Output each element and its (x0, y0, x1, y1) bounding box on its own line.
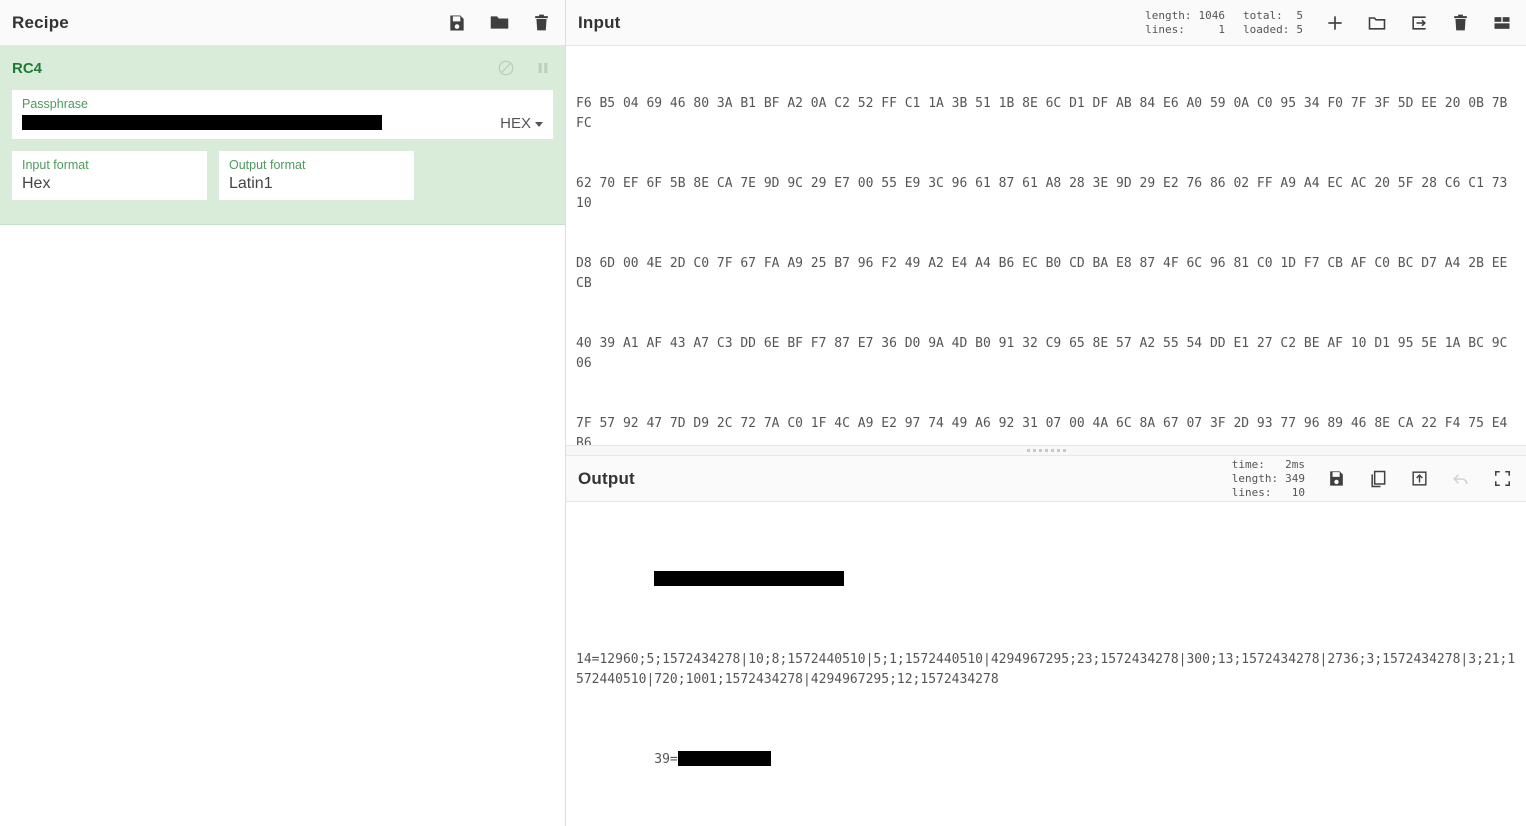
operation-arguments: Passphrase HEX Input format Hex Output f… (0, 90, 565, 212)
passphrase-input-wrap: Passphrase (22, 96, 490, 134)
input-tabs-meta: total: 5 loaded: 5 (1243, 9, 1303, 37)
output-time-value: 2ms (1285, 457, 1305, 471)
disable-operation-icon[interactable] (497, 59, 515, 77)
undo-icon (1451, 469, 1471, 489)
passphrase-encoding-dropdown[interactable]: HEX (490, 115, 543, 134)
output-length-value: 349 (1285, 471, 1305, 485)
input-total-key: total: (1243, 8, 1283, 22)
input-line: D8 6D 00 4E 2D C0 7F 67 FA A9 25 B7 96 F… (576, 256, 1516, 291)
input-format-value[interactable]: Hex (22, 173, 197, 195)
output-redaction (677, 751, 771, 766)
output-format-field[interactable]: Output format Latin1 (219, 151, 414, 200)
output-lines-key: lines: (1231, 485, 1272, 499)
output-redaction (654, 571, 845, 586)
clear-recipe-icon[interactable] (532, 13, 551, 32)
input-lines-value: 1 (1218, 22, 1226, 36)
format-arguments-row: Input format Hex Output format Latin1 (12, 151, 553, 212)
io-pane: Input length: 1046 lines: 1 total: 5 loa… (566, 0, 1526, 826)
input-title-bar: Input length: 1046 lines: 1 total: 5 loa… (566, 0, 1526, 46)
input-editor[interactable]: F6 B5 04 69 46 80 3A B1 BF A2 0A C2 52 F… (566, 46, 1526, 445)
copy-output-icon[interactable] (1368, 469, 1388, 489)
cyberchef-app: Recipe RC4 Passphrase HEX Input format H… (0, 0, 1526, 826)
operation-header: RC4 (0, 46, 565, 90)
recipe-title: Recipe (12, 12, 69, 32)
maximise-output-icon[interactable] (1493, 469, 1512, 488)
tab-layout-icon[interactable] (1492, 13, 1512, 33)
output-length-key: length: (1231, 471, 1279, 485)
output-line: 14=12960;5;1572434278|10;8;1572440510|5;… (576, 652, 1516, 687)
output-editor[interactable]: 14=12960;5;1572434278|10;8;1572440510|5;… (566, 502, 1526, 826)
input-loaded-value: 5 (1296, 22, 1303, 36)
output-stats-meta: time: 2ms length: 349 lines: 10 (1232, 458, 1305, 500)
recipe-operation-rc4[interactable]: RC4 Passphrase HEX Input format Hex Outp… (0, 46, 565, 225)
input-lines-key: lines: (1145, 22, 1185, 36)
input-meta: length: 1046 lines: 1 total: 5 loaded: 5 (1145, 9, 1303, 37)
output-meta: time: 2ms length: 349 lines: 10 (1232, 458, 1305, 500)
input-line: 7F 57 92 47 7D D9 2C 72 7A C0 1F 4C A9 E… (576, 416, 1516, 445)
input-length-lines-meta: length: 1046 lines: 1 (1145, 9, 1225, 37)
open-file-icon[interactable] (1409, 13, 1429, 33)
output-format-label: Output format (229, 158, 306, 172)
save-recipe-icon[interactable] (447, 13, 467, 33)
output-line-prefix: 39= (654, 752, 678, 767)
replace-input-icon[interactable] (1410, 469, 1429, 488)
operation-controls (497, 59, 551, 77)
input-line: F6 B5 04 69 46 80 3A B1 BF A2 0A C2 52 F… (576, 96, 1516, 131)
passphrase-value[interactable] (22, 112, 490, 134)
input-loaded-key: loaded: (1243, 22, 1290, 36)
output-lines-value: 10 (1291, 485, 1305, 499)
output-toolbar (1327, 469, 1512, 489)
output-title: Output (578, 468, 635, 488)
breakpoint-pause-icon[interactable] (535, 60, 551, 76)
recipe-pane: Recipe RC4 Passphrase HEX Input format H… (0, 0, 566, 826)
input-format-label: Input format (22, 158, 89, 172)
output-format-value[interactable]: Latin1 (229, 173, 404, 195)
chevron-down-icon (535, 121, 543, 127)
open-folder-icon[interactable] (1367, 13, 1387, 33)
input-line: 62 70 EF 6F 5B 8E CA 7E 9D 9C 29 E7 00 5… (576, 176, 1516, 211)
input-line: 40 39 A1 AF 43 A7 C3 DD 6E BF F7 87 E7 3… (576, 336, 1516, 371)
input-length-key: length: (1145, 8, 1192, 22)
input-total-value: 5 (1296, 8, 1303, 22)
input-text[interactable]: F6 B5 04 69 46 80 3A B1 BF A2 0A C2 52 F… (566, 46, 1526, 445)
passphrase-field[interactable]: Passphrase HEX (12, 90, 553, 139)
input-toolbar (1325, 13, 1512, 33)
io-splitter[interactable] (566, 445, 1526, 456)
input-length-value: 1046 (1198, 8, 1226, 22)
passphrase-label: Passphrase (22, 97, 89, 111)
load-recipe-icon[interactable] (489, 12, 510, 33)
passphrase-encoding-label: HEX (500, 115, 531, 132)
input-format-field[interactable]: Input format Hex (12, 151, 207, 200)
recipe-toolbar (447, 12, 551, 33)
operation-name: RC4 (12, 59, 43, 77)
input-title: Input (578, 12, 621, 32)
output-line: 39= (576, 730, 1516, 790)
output-text[interactable]: 14=12960;5;1572434278|10;8;1572440510|5;… (566, 502, 1526, 826)
output-line (576, 550, 1516, 610)
recipe-operation-list[interactable]: RC4 Passphrase HEX Input format Hex Outp… (0, 46, 565, 826)
splitter-grip-icon (1026, 449, 1066, 452)
add-input-icon[interactable] (1325, 13, 1345, 33)
output-time-key: time: (1231, 457, 1265, 471)
passphrase-redaction (22, 115, 382, 131)
clear-input-icon[interactable] (1451, 13, 1470, 32)
save-output-icon[interactable] (1327, 469, 1346, 488)
recipe-title-bar: Recipe (0, 0, 565, 46)
output-title-bar: Output time: 2ms length: 349 lines: 10 (566, 456, 1526, 502)
